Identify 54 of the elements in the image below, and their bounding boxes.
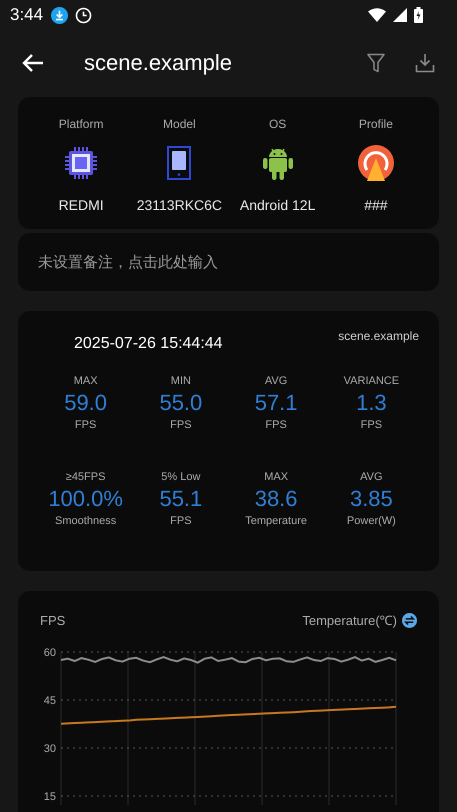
stat-value: 38.6 — [254, 486, 298, 512]
stat-unit: Smoothness — [55, 515, 116, 527]
device-label: OS — [268, 117, 286, 133]
stat-unit: Power(W) — [346, 515, 396, 527]
download-icon[interactable] — [415, 53, 435, 73]
stat-value: 3.85 — [350, 486, 393, 512]
y-tick-label: 60 — [44, 647, 56, 659]
battery-icon — [414, 7, 423, 23]
stat-unit: FPS — [265, 419, 287, 431]
stat-label: AVG — [360, 471, 383, 483]
stat-value: 55.1 — [159, 486, 202, 512]
chart-title: FPS — [40, 612, 66, 628]
wifi-icon — [368, 8, 386, 22]
record-datetime: 2025-07-26 15:44:44 — [74, 335, 223, 353]
phone-icon — [167, 143, 192, 183]
app-name: scene.example — [338, 329, 419, 343]
device-label: Platform — [58, 117, 104, 133]
status-time: 3:44 — [10, 5, 44, 25]
clock-icon — [75, 6, 92, 24]
stat-value: 55.0 — [159, 390, 202, 416]
download-notification-icon — [51, 6, 68, 24]
stat-label: MIN — [170, 375, 191, 387]
secondary-axis-label: Temperature(℃) — [302, 612, 397, 629]
stat-value: 1.3 — [356, 390, 387, 416]
stat-label: MAX — [264, 471, 288, 483]
device-label: Profile — [358, 117, 393, 133]
stat-value: 59.0 — [64, 390, 108, 416]
device-value: ### — [364, 197, 388, 213]
stat-value: 100.0% — [48, 486, 123, 512]
signal-icon — [393, 8, 407, 22]
note-field[interactable]: 未设置备注，点击此处输入 — [18, 233, 439, 291]
device-value: Android 12L — [240, 197, 316, 213]
stat-unit: FPS — [170, 419, 192, 431]
stat-label: VARIANCE — [344, 375, 400, 387]
y-tick-label: 45 — [44, 695, 56, 707]
stat-unit: FPS — [170, 515, 192, 527]
stat-value: 57.1 — [254, 390, 298, 416]
y-tick-label: 30 — [44, 743, 56, 755]
stat-unit: Temperature — [245, 515, 307, 527]
stat-label: MAX — [74, 375, 98, 387]
back-arrow-icon[interactable] — [22, 53, 44, 73]
stat-label: 5% Low — [161, 471, 200, 483]
device-label: Model — [163, 117, 196, 133]
device-value: REDMI — [58, 197, 104, 213]
swap-button[interactable] — [402, 612, 417, 628]
stat-label: ≥45FPS — [66, 471, 106, 483]
stat-label: AVG — [264, 375, 288, 387]
gauge-icon — [358, 143, 394, 183]
filter-icon[interactable] — [367, 53, 385, 73]
y-tick-label: 15 — [44, 791, 56, 803]
app-title: scene.example — [84, 50, 232, 76]
stat-unit: FPS — [360, 419, 382, 431]
device-value: 23113RKC6C — [136, 197, 222, 213]
stat-unit: FPS — [74, 419, 96, 431]
